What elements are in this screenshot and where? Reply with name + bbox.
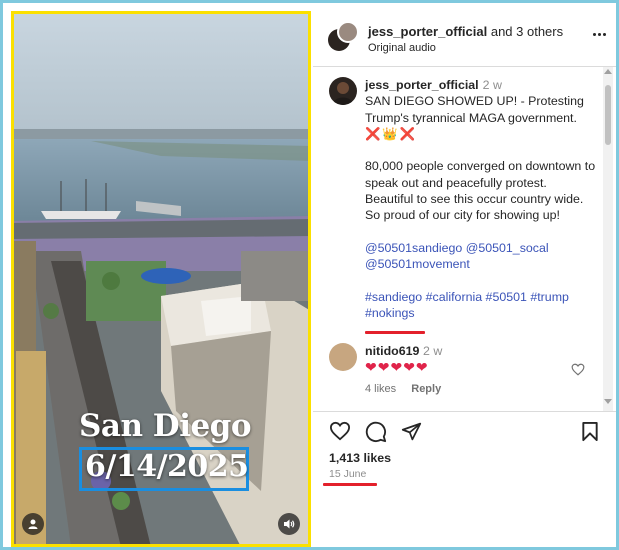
- bookmark-icon[interactable]: [581, 421, 599, 442]
- header-user-line: jess_porter_official and 3 others: [368, 24, 563, 39]
- caption-hashtag-nokings[interactable]: #nokings: [365, 306, 415, 320]
- action-bar: [313, 411, 616, 452]
- comment-avatar[interactable]: [329, 343, 357, 371]
- comment-time: 2 w: [423, 344, 443, 358]
- video-date-overlay: 6/14/2025: [85, 449, 249, 484]
- comment-username[interactable]: nitido619: [365, 344, 419, 358]
- post-window: San Diego 6/14/2025 jess_porter_official…: [0, 0, 619, 550]
- header-username[interactable]: jess_porter_official: [368, 24, 487, 39]
- comment-text: ❤❤❤❤❤: [365, 359, 429, 375]
- post-header: jess_porter_official and 3 others Origin…: [313, 11, 616, 67]
- mute-button[interactable]: [278, 513, 300, 535]
- caption-emojis: ❌👑❌: [365, 126, 418, 141]
- post-details-panel: jess_porter_official and 3 others Origin…: [313, 11, 616, 547]
- like-count[interactable]: 1,413 likes: [329, 451, 391, 465]
- share-plane-icon[interactable]: [401, 421, 422, 442]
- person-icon: [28, 519, 38, 529]
- heart-outline-icon[interactable]: [571, 363, 585, 376]
- caption-hashtags[interactable]: #sandiego #california #50501 #trump: [365, 290, 569, 304]
- header-others[interactable]: and 3 others: [491, 24, 563, 39]
- date-underline-annotation: [323, 483, 377, 486]
- speaker-icon: [284, 519, 295, 529]
- comments-scroll-area[interactable]: jess_porter_official 2 w SAN DIEGO SHOWED…: [313, 67, 616, 411]
- user-tag-button[interactable]: [22, 513, 44, 535]
- audio-label[interactable]: Original audio: [368, 42, 436, 54]
- caption-username[interactable]: jess_porter_official: [365, 78, 479, 92]
- underline-annotation: [365, 331, 425, 334]
- caption-mentions[interactable]: @50501sandiego @50501_socal @50501moveme…: [365, 241, 549, 271]
- dot-icon: [603, 33, 606, 36]
- scrollbar-thumb[interactable]: [605, 85, 611, 145]
- caption-text-2: 80,000 people converged on downtown to s…: [365, 159, 596, 223]
- post-date[interactable]: 15 June: [329, 468, 366, 480]
- caption-time: 2 w: [482, 78, 502, 92]
- more-options-button[interactable]: [593, 33, 606, 36]
- dot-icon: [598, 33, 601, 36]
- comment-meta: 4 likes Reply: [365, 383, 441, 395]
- dot-icon: [593, 33, 596, 36]
- caption-text-1: SAN DIEGO SHOWED UP! - Protesting Trump'…: [365, 94, 584, 125]
- like-heart-icon[interactable]: [329, 421, 351, 441]
- scroll-down-arrow-icon[interactable]: [604, 399, 612, 404]
- scroll-up-arrow-icon[interactable]: [604, 69, 612, 74]
- post-caption: jess_porter_official 2 w SAN DIEGO SHOWED…: [365, 77, 597, 321]
- comment-likes[interactable]: 4 likes: [365, 383, 396, 395]
- comment-reply-button[interactable]: Reply: [411, 383, 441, 395]
- avatar-image: [333, 82, 353, 105]
- caption-avatar[interactable]: [329, 77, 357, 105]
- comment-bubble-icon[interactable]: [365, 421, 387, 443]
- collab-avatar[interactable]: [337, 21, 359, 43]
- video-title-overlay: San Diego: [79, 408, 252, 444]
